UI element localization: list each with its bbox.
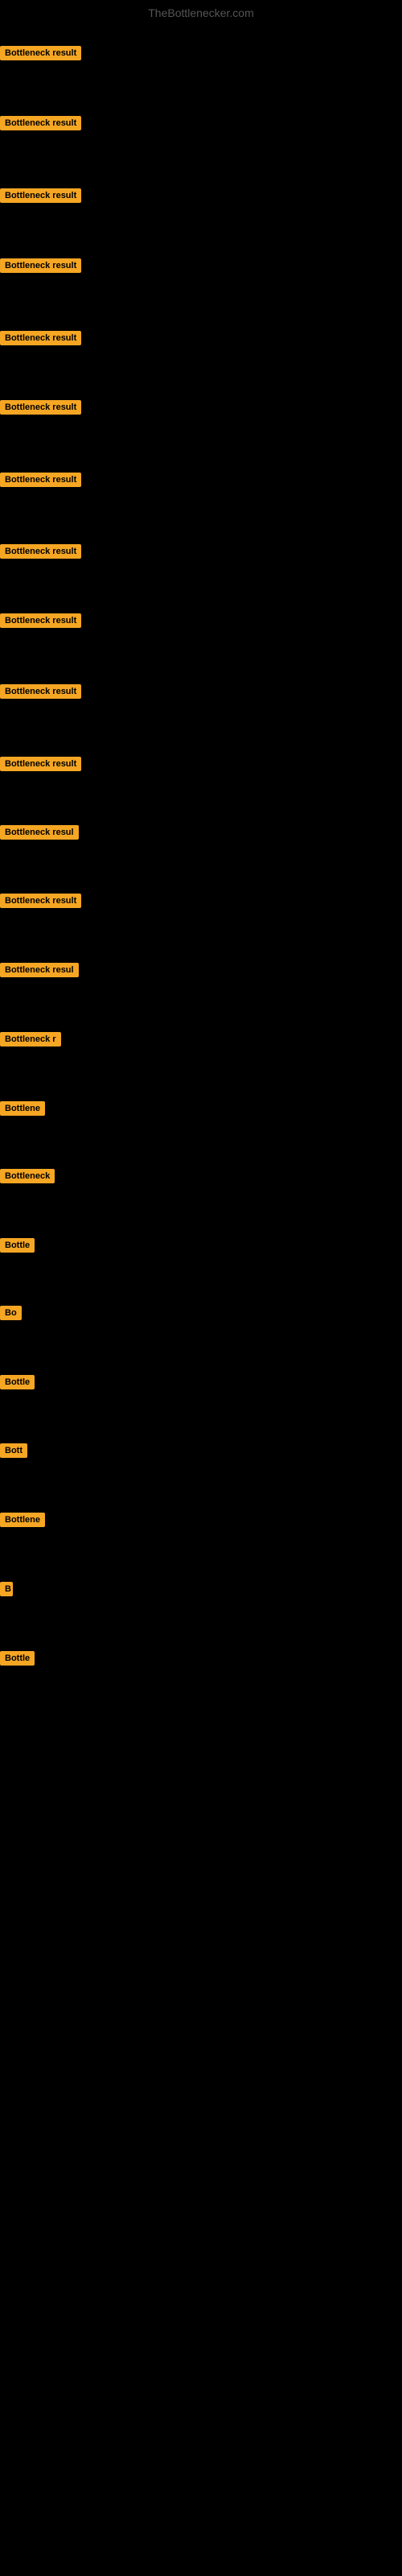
bottleneck-row-4[interactable]: Bottleneck result xyxy=(0,258,81,277)
bottleneck-row-15[interactable]: Bottleneck r xyxy=(0,1032,61,1051)
bottleneck-badge-3[interactable]: Bottleneck result xyxy=(0,188,81,203)
bottleneck-badge-23[interactable]: B xyxy=(0,1582,13,1596)
bottleneck-row-22[interactable]: Bottlene xyxy=(0,1513,45,1531)
bottleneck-badge-16[interactable]: Bottlene xyxy=(0,1101,45,1116)
bottleneck-row-12[interactable]: Bottleneck resul xyxy=(0,825,79,844)
bottleneck-row-10[interactable]: Bottleneck result xyxy=(0,684,81,703)
bottleneck-row-19[interactable]: Bo xyxy=(0,1306,22,1324)
bottleneck-row-2[interactable]: Bottleneck result xyxy=(0,116,81,134)
bottleneck-row-24[interactable]: Bottle xyxy=(0,1651,35,1670)
bottleneck-badge-10[interactable]: Bottleneck result xyxy=(0,684,81,699)
site-title: TheBottlenecker.com xyxy=(0,0,402,26)
bottleneck-badge-15[interactable]: Bottleneck r xyxy=(0,1032,61,1046)
bottleneck-row-21[interactable]: Bott xyxy=(0,1443,27,1462)
bottleneck-row-3[interactable]: Bottleneck result xyxy=(0,188,81,207)
bottleneck-badge-7[interactable]: Bottleneck result xyxy=(0,473,81,487)
bottleneck-row-20[interactable]: Bottle xyxy=(0,1375,35,1393)
bottleneck-badge-9[interactable]: Bottleneck result xyxy=(0,613,81,628)
bottleneck-badge-22[interactable]: Bottlene xyxy=(0,1513,45,1527)
bottleneck-badge-21[interactable]: Bott xyxy=(0,1443,27,1458)
bottleneck-badge-1[interactable]: Bottleneck result xyxy=(0,46,81,60)
bottleneck-badge-2[interactable]: Bottleneck result xyxy=(0,116,81,130)
bottleneck-badge-5[interactable]: Bottleneck result xyxy=(0,331,81,345)
bottleneck-row-6[interactable]: Bottleneck result xyxy=(0,400,81,419)
bottleneck-row-7[interactable]: Bottleneck result xyxy=(0,473,81,491)
bottleneck-badge-12[interactable]: Bottleneck resul xyxy=(0,825,79,840)
bottleneck-row-8[interactable]: Bottleneck result xyxy=(0,544,81,563)
bottleneck-badge-6[interactable]: Bottleneck result xyxy=(0,400,81,415)
bottleneck-row-1[interactable]: Bottleneck result xyxy=(0,46,81,64)
bottleneck-row-9[interactable]: Bottleneck result xyxy=(0,613,81,632)
bottleneck-row-17[interactable]: Bottleneck xyxy=(0,1169,55,1187)
bottleneck-badge-24[interactable]: Bottle xyxy=(0,1651,35,1666)
bottleneck-badge-18[interactable]: Bottle xyxy=(0,1238,35,1253)
bottleneck-badge-20[interactable]: Bottle xyxy=(0,1375,35,1389)
bottleneck-row-13[interactable]: Bottleneck result xyxy=(0,894,81,912)
bottleneck-badge-11[interactable]: Bottleneck result xyxy=(0,757,81,771)
bottleneck-row-18[interactable]: Bottle xyxy=(0,1238,35,1257)
bottleneck-row-5[interactable]: Bottleneck result xyxy=(0,331,81,349)
bottleneck-row-16[interactable]: Bottlene xyxy=(0,1101,45,1120)
bottleneck-row-23[interactable]: B xyxy=(0,1582,13,1600)
bottleneck-row-11[interactable]: Bottleneck result xyxy=(0,757,81,775)
bottleneck-badge-8[interactable]: Bottleneck result xyxy=(0,544,81,559)
bottleneck-row-14[interactable]: Bottleneck resul xyxy=(0,963,79,981)
bottleneck-badge-17[interactable]: Bottleneck xyxy=(0,1169,55,1183)
bottleneck-badge-13[interactable]: Bottleneck result xyxy=(0,894,81,908)
bottleneck-badge-4[interactable]: Bottleneck result xyxy=(0,258,81,273)
bottleneck-badge-19[interactable]: Bo xyxy=(0,1306,22,1320)
bottleneck-badge-14[interactable]: Bottleneck resul xyxy=(0,963,79,977)
